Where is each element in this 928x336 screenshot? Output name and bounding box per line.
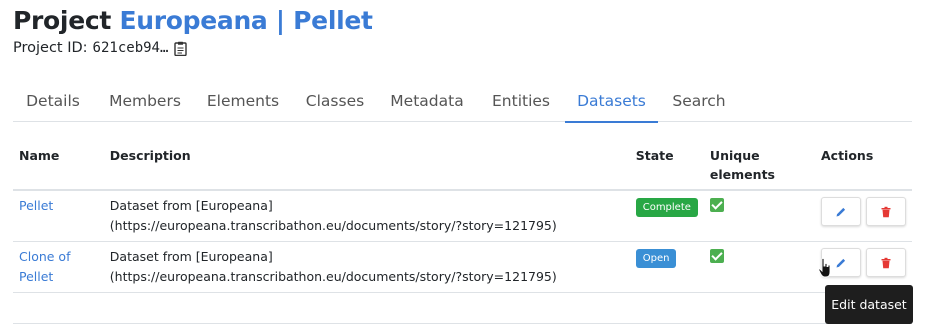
dataset-name-link[interactable]: Clone of Pellet (19, 249, 70, 284)
tab-classes[interactable]: Classes (297, 82, 373, 122)
project-id-row: Project ID: 621ceb94… (13, 40, 188, 56)
column-header-name: Name (13, 138, 104, 191)
dataset-description: Dataset from [Europeana](https://europea… (103, 190, 630, 242)
project-name: Europeana | Pellet (119, 6, 373, 35)
column-header-unique-elements: Unique elements (703, 138, 815, 191)
table-header-row: Name Description State Unique elements A… (13, 138, 912, 191)
edit-dataset-tooltip: Edit dataset (825, 285, 913, 324)
trash-icon (881, 257, 891, 268)
dataset-name-link[interactable]: Pellet (19, 198, 53, 213)
tab-metadata[interactable]: Metadata (383, 82, 471, 122)
tab-details[interactable]: Details (13, 82, 93, 122)
tab-bar: Details Members Elements Classes Metadat… (13, 82, 912, 123)
status-badge: Open (635, 249, 677, 268)
check-icon (709, 249, 724, 263)
tab-elements[interactable]: Elements (199, 82, 287, 122)
delete-dataset-button[interactable] (866, 248, 906, 277)
pencil-icon (836, 207, 846, 216)
page-title: Project Europeana | Pellet (13, 6, 373, 35)
title-prefix: Project (13, 6, 112, 35)
tab-entities[interactable]: Entities (481, 82, 561, 122)
project-id-label: Project ID: (13, 40, 88, 56)
table-row: Pellet Dataset from [Europeana](https://… (13, 190, 912, 242)
tab-members[interactable]: Members (101, 82, 189, 122)
tab-search[interactable]: Search (665, 82, 733, 122)
table-bottom-border (13, 323, 912, 324)
trash-icon (881, 206, 891, 217)
status-badge: Complete (635, 198, 698, 217)
delete-dataset-button[interactable] (866, 197, 906, 226)
clipboard-icon[interactable] (174, 41, 188, 56)
table-row: Clone of Pellet Dataset from [Europeana]… (13, 241, 912, 293)
column-header-actions: Actions (815, 138, 912, 191)
project-id-value: 621ceb94… (92, 40, 169, 56)
pointer-cursor-icon (818, 257, 832, 278)
edit-dataset-button[interactable] (821, 197, 861, 226)
dataset-description: Dataset from [Europeana](https://europea… (103, 241, 630, 293)
check-icon (709, 198, 724, 212)
datasets-table: Name Description State Unique elements A… (13, 138, 912, 293)
tab-datasets[interactable]: Datasets (565, 82, 658, 123)
column-header-description: Description (103, 138, 630, 191)
column-header-state: State (629, 138, 704, 191)
pencil-icon (836, 258, 846, 267)
